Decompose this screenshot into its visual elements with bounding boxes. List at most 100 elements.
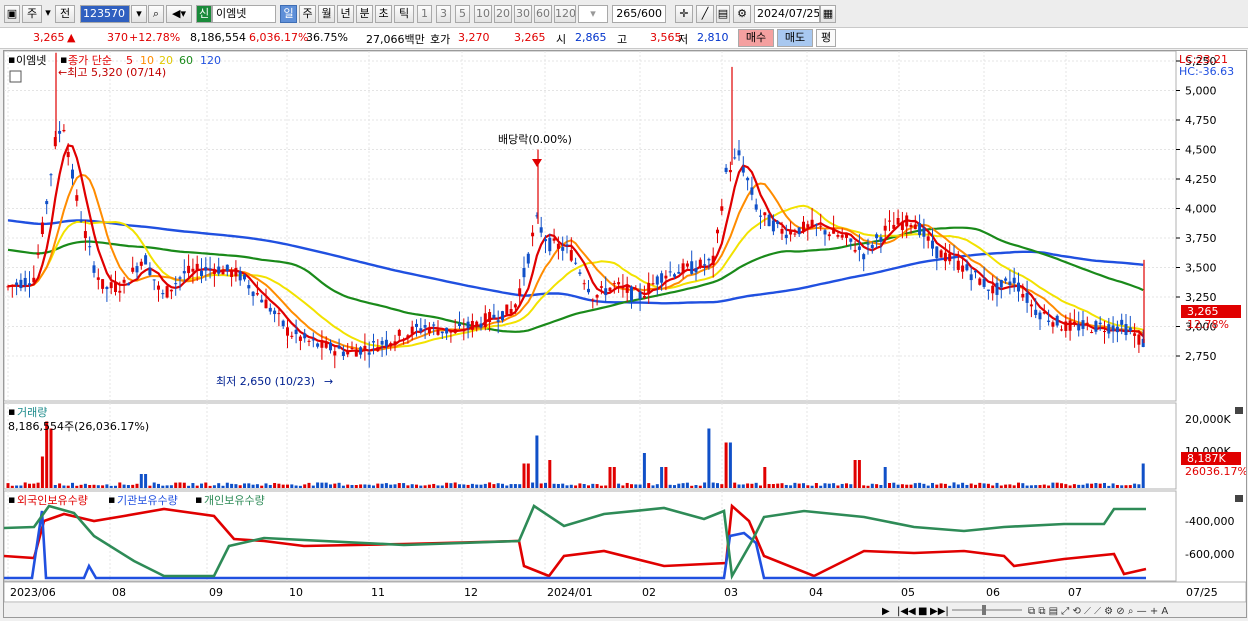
eval-button[interactable]: 평	[816, 29, 836, 47]
period-month-tab[interactable]: 월	[318, 5, 335, 23]
buy-button[interactable]: 매수	[738, 29, 774, 47]
candle-body	[217, 266, 221, 274]
candle-body	[1004, 278, 1008, 281]
count-field[interactable]: 265/600	[612, 5, 666, 23]
candle-body	[741, 167, 745, 173]
volume-bar	[883, 467, 887, 488]
search-icon[interactable]: ⌕	[148, 5, 164, 23]
candle-body	[1133, 333, 1137, 336]
foreign-holding-legend[interactable]: 외국인보유수량	[17, 494, 88, 507]
candle-body	[905, 215, 909, 227]
scroll-right-icon[interactable]: ▶	[882, 606, 890, 617]
prev-button[interactable]: 전	[55, 5, 75, 23]
volume-bar	[814, 483, 818, 488]
volume-bar	[771, 484, 775, 488]
candle-body	[492, 314, 496, 319]
stop-icon[interactable]: ■	[918, 606, 927, 617]
period-year-tab[interactable]: 년	[337, 5, 354, 23]
volume-bar	[1047, 485, 1051, 488]
zoom-slider-handle[interactable]	[982, 605, 986, 615]
institution-holding-legend[interactable]: 기관보유수량	[117, 494, 178, 507]
stock-name-field[interactable]: 이엠넷	[212, 5, 276, 23]
period-minute-tab[interactable]: 분	[356, 5, 373, 23]
x-axis-label: 2023/06	[10, 586, 56, 599]
candle-body	[1055, 315, 1059, 326]
volume-bar	[840, 483, 844, 488]
table-toggle-icon[interactable]	[9, 70, 22, 83]
interval-1-button[interactable]: 1	[417, 5, 432, 23]
volume-bar	[1055, 482, 1059, 488]
chart-canvas[interactable]: 5,2505,0004,7504,5004,2504,0003,7503,500…	[3, 50, 1248, 617]
period-week-tab[interactable]: 주	[299, 5, 316, 23]
candle-body	[15, 282, 19, 286]
interval-30-button[interactable]: 30	[514, 5, 532, 23]
volume-bar	[582, 484, 586, 488]
candle-body	[139, 261, 143, 266]
crosshair-icon[interactable]: ✛	[675, 5, 693, 23]
interval-10-button[interactable]: 10	[474, 5, 492, 23]
candle-body	[703, 264, 707, 266]
window-icon[interactable]: ▣	[4, 5, 20, 23]
scroll-first-icon[interactable]: |◀◀	[897, 606, 916, 617]
volume-panel-close-icon[interactable]	[1235, 407, 1243, 414]
x-axis-label: 04	[809, 586, 823, 599]
interval-20-button[interactable]: 20	[494, 5, 512, 23]
date-input[interactable]: 2024/07/25	[754, 5, 820, 23]
chart-area[interactable]: 5,250 5,000 4,750 4,500 4,250 4,000 3,750 3,500…	[3, 50, 1248, 618]
candle-body	[900, 221, 904, 231]
code-dropdown-icon[interactable]: ▾	[131, 5, 147, 23]
interval-custom-select[interactable]: ▾	[578, 5, 608, 23]
volume-bar	[169, 485, 173, 488]
volume-bar	[376, 483, 380, 488]
price-panel-name[interactable]: 이엠넷	[16, 54, 46, 67]
holding-panel-close-icon[interactable]	[1235, 495, 1243, 502]
interval-60-button[interactable]: 60	[534, 5, 552, 23]
stock-code-input[interactable]: 123570	[80, 5, 130, 23]
draw-tool-icon[interactable]: ╱	[696, 5, 714, 23]
candle-body	[883, 225, 887, 231]
x-axis-label: 10	[289, 586, 303, 599]
candle-body	[845, 233, 848, 238]
interval-5-button[interactable]: 5	[455, 5, 470, 23]
interval-3-button[interactable]: 3	[436, 5, 451, 23]
market-select[interactable]: 주	[22, 5, 42, 23]
volume-bar	[1085, 483, 1089, 488]
scroll-last-icon[interactable]: ▶▶|	[930, 606, 949, 617]
sell-button[interactable]: 매도	[777, 29, 813, 47]
volume-bar	[612, 467, 616, 488]
volume-bar	[797, 483, 801, 488]
volume-panel-title[interactable]: 거래량	[17, 406, 47, 419]
tool-icons[interactable]: ⧉ ⧉ ▤ ⤢ ⟲ ⟋ ⟋ ⚙ ⊘ ⌕ — + A	[1028, 606, 1168, 617]
volume-bar	[208, 485, 212, 488]
speaker-icon[interactable]: ◀▾	[166, 5, 192, 23]
price-panel-frame	[3, 50, 1177, 402]
candle-body	[1072, 321, 1076, 324]
y-tick-label: 4,500	[1185, 144, 1217, 157]
volume-bar	[827, 483, 831, 488]
candle-body	[587, 288, 590, 293]
volume-last-pct: 26036.17%	[1185, 465, 1246, 478]
high-label: 고	[617, 33, 628, 46]
volume-bar	[509, 484, 513, 488]
y-tick-label: 4,000	[1185, 203, 1217, 216]
volume-bar	[432, 483, 436, 488]
candle-body	[625, 286, 629, 293]
candle-body	[144, 255, 148, 265]
period-day-tab[interactable]: 일	[280, 5, 297, 23]
save-icon[interactable]: ▤	[716, 5, 730, 23]
period-tick-tab[interactable]: 틱	[394, 5, 414, 23]
x-axis-label: 09	[209, 586, 223, 599]
volume-bar	[1098, 483, 1102, 488]
candle-body	[806, 224, 810, 228]
period-second-tab[interactable]: 초	[375, 5, 392, 23]
volume-bar	[488, 482, 492, 488]
calendar-icon[interactable]: ▦	[820, 5, 836, 23]
volume-bar	[32, 483, 36, 488]
volume-bar	[359, 484, 363, 488]
market-dropdown-icon[interactable]: ▾	[44, 5, 52, 23]
individual-holding-legend[interactable]: 개인보유수량	[204, 494, 265, 507]
gear-icon[interactable]: ⚙	[733, 5, 751, 23]
candle-body	[939, 250, 943, 258]
volume-bar	[122, 484, 126, 488]
interval-120-button[interactable]: 120	[554, 5, 576, 23]
